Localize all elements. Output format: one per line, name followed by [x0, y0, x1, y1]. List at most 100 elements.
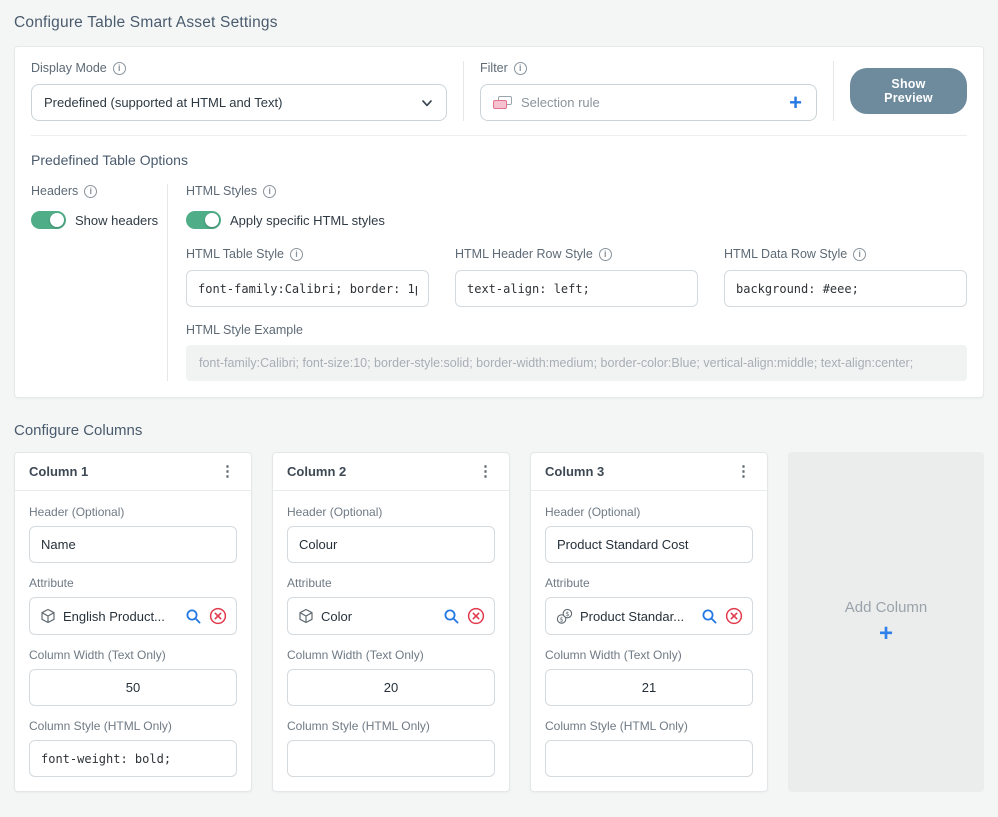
html-style-example: HTML Style Example font-family:Calibri; … — [186, 323, 967, 381]
display-mode-label: Display Mode — [31, 61, 107, 75]
attribute-label: Attribute — [287, 576, 495, 590]
column-style-input[interactable] — [29, 740, 237, 777]
html-style-example-label: HTML Style Example — [186, 323, 967, 337]
kebab-menu-icon[interactable]: ⋮ — [218, 464, 237, 479]
column-width-input[interactable] — [29, 669, 237, 706]
info-icon[interactable]: i — [514, 62, 527, 75]
headers-option: Headers i Show headers — [31, 184, 167, 381]
clear-attribute-icon[interactable] — [209, 607, 227, 625]
clear-attribute-icon[interactable] — [467, 607, 485, 625]
search-icon[interactable] — [185, 608, 202, 625]
attribute-selector[interactable]: Color — [287, 597, 495, 635]
filter-rule-box[interactable]: Selection rule + — [480, 84, 817, 121]
filter-section: Filter i Selection rule + — [463, 61, 833, 121]
column-card-title: Column 3 — [545, 464, 604, 479]
html-data-row-style-field: HTML Data Row Style i — [724, 247, 967, 307]
attribute-name: Color — [321, 609, 436, 624]
attribute-name: Product Standar... — [580, 609, 694, 624]
html-header-row-style-input[interactable] — [455, 270, 698, 307]
attribute-label: Attribute — [29, 576, 237, 590]
show-headers-toggle[interactable] — [31, 211, 66, 229]
cube-icon — [298, 608, 314, 624]
attribute-selector[interactable]: English Product... — [29, 597, 237, 635]
display-mode-value: Predefined (supported at HTML and Text) — [44, 95, 420, 110]
html-styles-label: HTML Styles — [186, 184, 257, 198]
column-header-input[interactable] — [29, 526, 237, 563]
show-preview-button[interactable]: Show Preview — [850, 68, 967, 114]
html-table-style-label: HTML Table Style — [186, 247, 284, 261]
attribute-label: Attribute — [545, 576, 753, 590]
html-styles-option: HTML Styles i Apply specific HTML styles… — [167, 184, 967, 381]
kebab-menu-icon[interactable]: ⋮ — [734, 464, 753, 479]
headers-label: Headers — [31, 184, 78, 198]
cube-icon — [40, 608, 56, 624]
configure-columns-title: Configure Columns — [14, 422, 984, 439]
info-icon[interactable]: i — [263, 185, 276, 198]
info-icon[interactable]: i — [853, 248, 866, 261]
info-icon[interactable]: i — [113, 62, 126, 75]
html-header-row-style-label: HTML Header Row Style — [455, 247, 593, 261]
filter-placeholder: Selection rule — [521, 95, 778, 110]
html-header-row-style-field: HTML Header Row Style i — [455, 247, 698, 307]
header-optional-label: Header (Optional) — [287, 505, 495, 519]
add-column-label: Add Column — [845, 599, 928, 616]
settings-top-row: Display Mode i Predefined (supported at … — [15, 47, 983, 135]
html-style-example-value: font-family:Calibri; font-size:10; borde… — [186, 345, 967, 381]
kebab-menu-icon[interactable]: ⋮ — [476, 464, 495, 479]
column-card-1: Column 1 ⋮ Header (Optional) Attribute E… — [14, 452, 252, 792]
column-width-label: Column Width (Text Only) — [29, 648, 237, 662]
show-headers-toggle-label: Show headers — [75, 213, 158, 228]
filter-label: Filter — [480, 61, 508, 75]
column-width-input[interactable] — [287, 669, 495, 706]
apply-html-styles-toggle-label: Apply specific HTML styles — [230, 213, 385, 228]
preview-section: Show Preview — [833, 61, 983, 121]
info-icon[interactable]: i — [599, 248, 612, 261]
column-style-input[interactable] — [545, 740, 753, 777]
svg-text:$: $ — [565, 610, 569, 618]
column-header-input[interactable] — [545, 526, 753, 563]
header-optional-label: Header (Optional) — [29, 505, 237, 519]
column-card-title: Column 1 — [29, 464, 88, 479]
coins-icon: $$ — [556, 608, 573, 625]
display-mode-select[interactable]: Predefined (supported at HTML and Text) — [31, 84, 447, 121]
header-optional-label: Header (Optional) — [545, 505, 753, 519]
column-header-input[interactable] — [287, 526, 495, 563]
attribute-selector[interactable]: $$ Product Standar... — [545, 597, 753, 635]
html-data-row-style-label: HTML Data Row Style — [724, 247, 847, 261]
add-column-button[interactable]: Add Column + — [788, 452, 984, 792]
predefined-options-section: Predefined Table Options Headers i Show … — [15, 136, 983, 397]
add-filter-button[interactable]: + — [787, 92, 804, 114]
html-table-style-field: HTML Table Style i — [186, 247, 429, 307]
html-data-row-style-input[interactable] — [724, 270, 967, 307]
display-mode-section: Display Mode i Predefined (supported at … — [15, 61, 463, 121]
column-width-label: Column Width (Text Only) — [287, 648, 495, 662]
page: Configure Table Smart Asset Settings Dis… — [0, 0, 998, 792]
attribute-name: English Product... — [63, 609, 178, 624]
display-mode-label-row: Display Mode i — [31, 61, 447, 75]
search-icon[interactable] — [443, 608, 460, 625]
apply-html-styles-toggle[interactable] — [186, 211, 221, 229]
column-card-3: Column 3 ⋮ Header (Optional) Attribute $… — [530, 452, 768, 792]
info-icon[interactable]: i — [290, 248, 303, 261]
settings-panel: Display Mode i Predefined (supported at … — [14, 46, 984, 398]
columns-row: Column 1 ⋮ Header (Optional) Attribute E… — [14, 452, 984, 792]
predefined-options-title: Predefined Table Options — [31, 152, 967, 168]
plus-icon: + — [879, 622, 893, 646]
column-card-title: Column 2 — [287, 464, 346, 479]
svg-text:$: $ — [560, 615, 564, 623]
column-width-label: Column Width (Text Only) — [545, 648, 753, 662]
selection-rule-icon — [493, 96, 512, 109]
page-title: Configure Table Smart Asset Settings — [14, 14, 984, 32]
filter-label-row: Filter i — [480, 61, 817, 75]
info-icon[interactable]: i — [84, 185, 97, 198]
column-style-input[interactable] — [287, 740, 495, 777]
column-card-2: Column 2 ⋮ Header (Optional) Attribute C… — [272, 452, 510, 792]
column-style-label: Column Style (HTML Only) — [287, 719, 495, 733]
search-icon[interactable] — [701, 608, 718, 625]
column-style-label: Column Style (HTML Only) — [29, 719, 237, 733]
html-table-style-input[interactable] — [186, 270, 429, 307]
chevron-down-icon — [420, 96, 434, 110]
column-width-input[interactable] — [545, 669, 753, 706]
clear-attribute-icon[interactable] — [725, 607, 743, 625]
column-style-label: Column Style (HTML Only) — [545, 719, 753, 733]
